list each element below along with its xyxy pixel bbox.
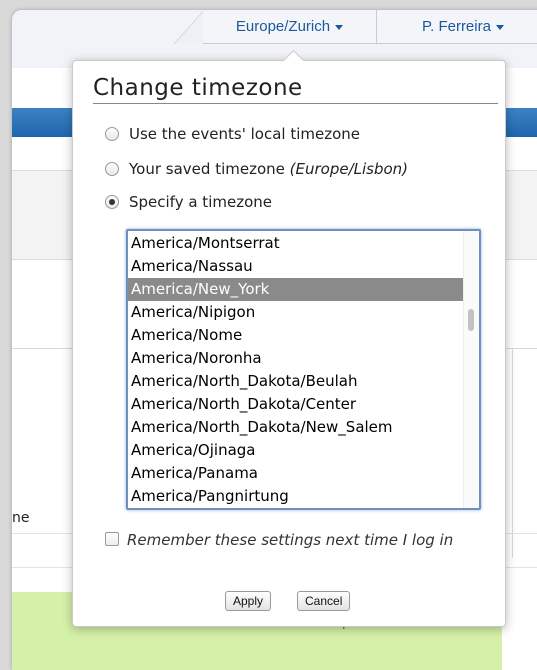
radio-button-selected[interactable]: [105, 195, 119, 209]
radio-label: Your saved timezone (Europe/Lisbon): [129, 160, 408, 178]
timezone-option[interactable]: America/Nipigon: [128, 301, 463, 324]
cancel-button[interactable]: Cancel: [297, 591, 351, 611]
timezone-listbox[interactable]: America/Montserrat America/Nassau America/…: [126, 229, 481, 510]
timezone-menu-tab[interactable]: Europe/Zurich: [203, 10, 377, 43]
timezone-option[interactable]: America/North_Dakota/New_Salem: [128, 416, 463, 439]
chevron-down-icon: [335, 25, 344, 30]
radio-label: Use the events' local timezone: [129, 125, 360, 143]
column-fragment-text: ne: [12, 510, 30, 526]
timezone-option[interactable]: America/Nassau: [128, 255, 463, 278]
listbox-scrollbar[interactable]: [463, 231, 479, 508]
timezone-option[interactable]: America/Ojinaga: [128, 439, 463, 462]
radio-specify-timezone[interactable]: Specify a timezone: [105, 193, 272, 211]
divider: [512, 348, 513, 558]
timezone-option[interactable]: America/New_York: [128, 278, 463, 301]
radio-local-timezone[interactable]: Use the events' local timezone: [105, 125, 360, 143]
radio-button[interactable]: [105, 127, 119, 141]
radio-label-prefix: Your saved timezone: [129, 160, 290, 178]
timezone-option[interactable]: America/Noronha: [128, 347, 463, 370]
radio-button[interactable]: [105, 162, 119, 176]
timezone-option[interactable]: America/North_Dakota/Beulah: [128, 370, 463, 393]
timezone-option[interactable]: America/Nome: [128, 324, 463, 347]
apply-button[interactable]: Apply: [225, 591, 272, 611]
timezone-tab-label: Europe/Zurich: [235, 18, 331, 35]
radio-saved-timezone[interactable]: Your saved timezone (Europe/Lisbon): [105, 160, 408, 178]
scrollbar-thumb[interactable]: [468, 309, 474, 331]
user-tab-label: P. Ferreira: [422, 18, 491, 35]
timezone-option[interactable]: America/Montserrat: [128, 232, 463, 255]
tab-divider: [174, 10, 204, 44]
dialog-title: Change timezone: [93, 75, 498, 104]
timezone-list: America/Montserrat America/Nassau America/…: [128, 232, 463, 508]
timezone-option[interactable]: America/Panama: [128, 462, 463, 485]
tab-strip: Europe/Zurich P. Ferreira: [203, 10, 537, 44]
chevron-down-icon: [495, 25, 504, 30]
radio-label: Specify a timezone: [129, 193, 272, 211]
remember-label: Remember these settings next time I log …: [127, 531, 454, 549]
user-menu-tab[interactable]: P. Ferreira: [377, 10, 537, 43]
remember-settings-option[interactable]: Remember these settings next time I log …: [105, 529, 485, 551]
timezone-option[interactable]: America/North_Dakota/Center: [128, 393, 463, 416]
saved-timezone-value: (Europe/Lisbon): [289, 160, 409, 178]
change-timezone-dialog: Change timezone Use the events' local ti…: [72, 49, 506, 627]
timezone-option[interactable]: America/Pangnirtung: [128, 485, 463, 508]
remember-checkbox[interactable]: [105, 532, 119, 546]
header-tabs: Europe/Zurich P. Ferreira: [174, 10, 537, 44]
